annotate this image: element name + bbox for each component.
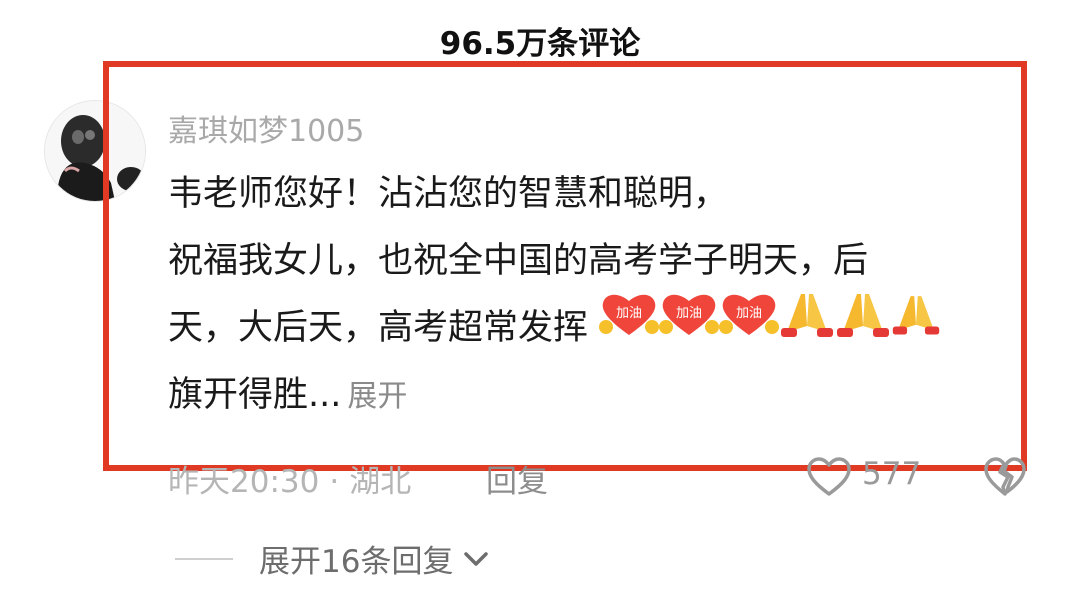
comment-meta: 昨天20:30 · 湖北 [168,456,411,501]
comment-line-text: 旗开得胜... [168,375,342,415]
pray-emoji [779,290,835,361]
comment-location: 湖北 [349,464,412,500]
like-count: 577 [862,456,922,492]
comment-screen: 96.5万条评论 嘉琪如梦1005 韦老师您好！沾沾您的智慧和聪明， 祝福我女儿… [0,0,1080,605]
pray-emoji [891,290,941,361]
jiayou-emoji: 加油 [599,291,660,360]
comment-line: 祝福我女儿，也祝全中国的高考学子明天，后 [168,241,869,281]
comment-line: 韦老师您好！沾沾您的智慧和聪明， [168,174,729,214]
comment-timestamp: 昨天20:30 [168,464,320,500]
jiayou-label: 加油 [736,306,762,321]
jiayou-emoji: 加油 [659,291,720,360]
comment-username[interactable]: 嘉琪如梦1005 [168,106,364,150]
jiayou-label: 加油 [616,306,642,321]
expand-comment-link[interactable]: 展开 [347,379,407,414]
comment-line: 天，大后天，高考超常发挥 加油 加油 加油 [168,293,1018,362]
expand-replies-button[interactable]: 展开16条回复 [175,536,489,581]
meta-separator: · [329,464,340,500]
comment-count-title: 96.5万条评论 [439,26,641,62]
pray-emoji [835,290,891,361]
chevron-down-icon [463,550,489,572]
avatar-image [45,101,145,201]
jiayou-emoji: 加油 [719,291,780,360]
comment-line: 旗开得胜... 展开 [168,362,1018,429]
reply-button[interactable]: 回复 [486,456,548,501]
jiayou-label: 加油 [676,306,702,321]
comment-body: 韦老师您好！沾沾您的智慧和聪明， 祝福我女儿，也祝全中国的高考学子明天，后 天，… [168,161,1018,429]
avatar[interactable] [44,100,146,202]
expand-replies-label: 展开16条回复 [259,544,454,580]
broken-heart-icon[interactable] [984,457,1026,501]
divider [175,557,233,560]
comment-line-text: 天，大后天，高考超常发挥 [168,308,589,348]
heart-icon[interactable] [806,457,852,501]
